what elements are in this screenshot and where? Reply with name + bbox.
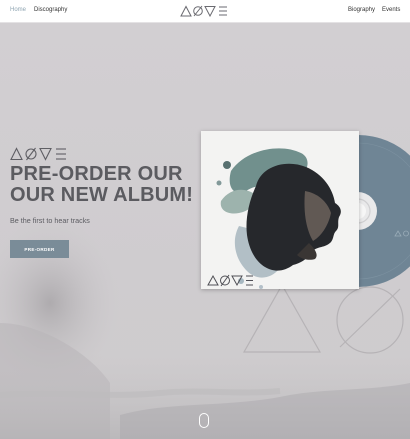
hero-title-line-2: OUR NEW ALBUM! xyxy=(10,184,194,206)
triangle-icon xyxy=(10,147,23,161)
hero-section: PRE-ORDER OUR OUR NEW ALBUM! Be the firs… xyxy=(0,23,410,439)
triple-bar-icon xyxy=(56,148,66,160)
hero-title: PRE-ORDER OUR OUR NEW ALBUM! xyxy=(10,164,193,206)
slashed-circle-icon xyxy=(193,5,203,17)
album-artwork xyxy=(207,148,341,289)
hero-subtitle: Be the first to hear tracks xyxy=(10,216,90,225)
brand-logo[interactable] xyxy=(180,5,230,17)
mouse-scroll-icon[interactable] xyxy=(199,413,209,428)
triangle-icon xyxy=(180,5,192,17)
nav-link-discography[interactable]: Discography xyxy=(34,7,67,13)
top-navbar: Home Discography Biography Events xyxy=(0,0,410,23)
hero-title-line-1: PRE-ORDER OUR xyxy=(10,163,183,185)
inverted-triangle-icon xyxy=(39,147,52,161)
inverted-triangle-icon xyxy=(204,6,216,17)
album-cover xyxy=(201,131,359,289)
watermark-shapes xyxy=(242,283,404,354)
pre-order-button[interactable]: PRE-ORDER xyxy=(10,240,69,258)
nav-link-biography[interactable]: Biography xyxy=(348,7,375,13)
hero-brand-mark xyxy=(10,147,66,161)
slashed-circle-icon xyxy=(25,147,37,161)
triple-bar-icon xyxy=(219,6,227,16)
nav-link-home[interactable]: Home xyxy=(10,7,26,13)
nav-link-events[interactable]: Events xyxy=(382,7,400,13)
sleeve-logo xyxy=(207,274,253,287)
